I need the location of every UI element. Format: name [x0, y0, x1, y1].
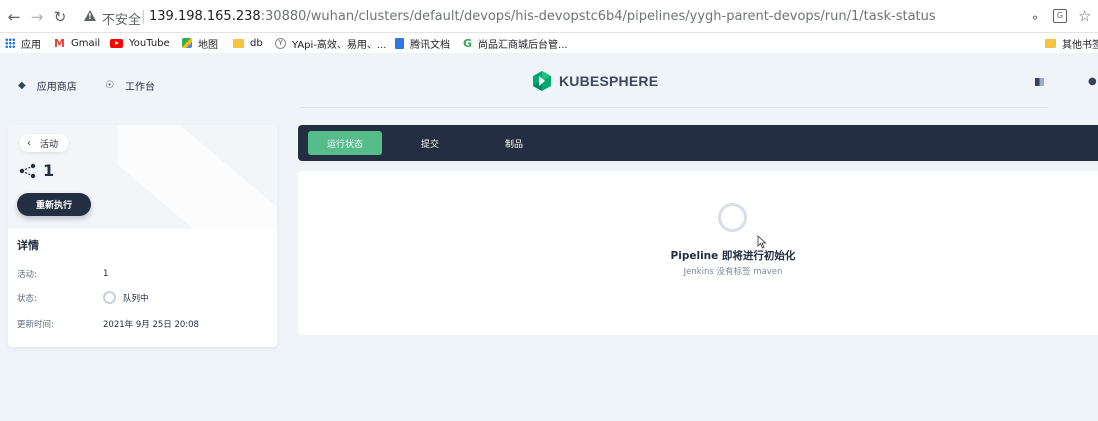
translate-icon[interactable]: G — [1053, 9, 1067, 23]
tab-artifacts[interactable]: 制品 — [496, 131, 532, 155]
tab-task-status[interactable]: 运行状态 — [308, 131, 382, 155]
url-path: :30880/wuhan/clusters/default/devops/his… — [260, 9, 936, 24]
app-store-label: 应用商店 — [36, 82, 77, 93]
bookmark-maps[interactable]: 地图 — [182, 36, 218, 51]
warning-icon — [84, 10, 96, 21]
bookmark-label: db — [250, 37, 263, 49]
bookmark-star-icon[interactable]: ☆ — [1078, 7, 1091, 25]
gmail-icon: M — [54, 36, 65, 50]
youtube-icon — [110, 38, 123, 48]
run-summary-card: ‹ 活动 1 重新执行 详情 活动: 1 状态: 队列中 更新时间: 2021年… — [8, 125, 277, 347]
workbench-link[interactable]: ☉ 工作台 — [105, 78, 155, 93]
apps-grid-icon — [5, 38, 15, 48]
notification-icon[interactable] — [1035, 78, 1044, 86]
workbench-label: 工作台 — [124, 82, 155, 93]
folder-icon — [233, 38, 244, 48]
status-title: Pipeline 即将进行初始化 — [670, 250, 796, 262]
run-title: 1 — [19, 161, 54, 180]
bookmark-others[interactable]: 其他书签 — [1045, 36, 1098, 51]
user-icon[interactable]: ● — [1088, 76, 1097, 87]
bookmark-youtube[interactable]: YouTube — [110, 36, 170, 50]
logo-text: KUBESPHERE — [559, 73, 659, 89]
detail-key: 状态: — [17, 293, 37, 304]
header-divider — [300, 107, 1048, 108]
bookmarks-bar: 应用 M Gmail YouTube 地图 db Y YApi-高效、易用、... … — [0, 33, 1098, 53]
kubesphere-logo-icon — [532, 71, 552, 91]
bookmark-label: YouTube — [129, 37, 170, 49]
rerun-button[interactable]: 重新执行 — [17, 193, 91, 216]
detail-value: 1 — [103, 269, 109, 279]
bookmark-yapi[interactable]: Y YApi-高效、易用、... — [275, 36, 387, 51]
detail-key: 更新时间: — [17, 320, 54, 330]
detail-row-status: 状态: 队列中 — [17, 291, 149, 304]
run-summary-header: ‹ 活动 1 重新执行 — [8, 125, 277, 229]
pipeline-icon — [19, 163, 36, 178]
bookmark-gmail[interactable]: M Gmail — [54, 36, 100, 50]
queued-status-icon — [103, 291, 116, 304]
detail-row-updated: 更新时间: 2021年 9月 25日 20:08 — [17, 318, 199, 330]
bookmark-label: 腾讯文档 — [410, 39, 450, 51]
bookmark-label: 应用 — [21, 39, 41, 51]
url-host: 139.198.165.238 — [149, 9, 261, 24]
background-decoration — [118, 125, 277, 229]
bookmark-db[interactable]: db — [233, 36, 263, 50]
layers-icon: ◆ — [18, 80, 26, 91]
detail-value: 队列中 — [123, 293, 149, 304]
run-tabs: 运行状态 提交 制品 — [298, 125, 1098, 161]
app-store-link[interactable]: ◆ 应用商店 — [18, 78, 77, 93]
bookmark-shangpinhui[interactable]: G 尚品汇商城后台管... — [463, 36, 568, 51]
address-separator: | — [141, 9, 146, 24]
bookmark-apps[interactable]: 应用 — [5, 36, 41, 51]
detail-key: 活动: — [17, 270, 37, 280]
bookmark-label: Gmail — [70, 37, 101, 49]
back-arrow-icon[interactable]: ← — [4, 7, 24, 27]
app-header: ◆ 应用商店 ☉ 工作台 KUBESPHERE ● — [0, 53, 1098, 108]
maps-icon — [182, 38, 192, 48]
status-subtitle: Jenkins 没有标签 maven — [683, 267, 783, 277]
google-icon: G — [463, 36, 473, 50]
back-to-activity-button[interactable]: ‹ 活动 — [19, 134, 70, 152]
bookmark-label: 尚品汇商城后台管... — [478, 39, 568, 51]
tab-commits[interactable]: 提交 — [412, 131, 448, 155]
kubesphere-logo[interactable]: KUBESPHERE — [532, 71, 658, 91]
detail-row-activity: 活动: 1 — [17, 268, 108, 280]
insecure-label: 不安全 — [102, 13, 142, 28]
reload-icon[interactable]: ↻ — [50, 7, 70, 27]
loading-spinner-icon — [718, 203, 747, 232]
yapi-icon: Y — [275, 37, 286, 49]
bookmark-label: YApi-高效、易用、... — [292, 39, 387, 51]
detail-value: 2021年 9月 25日 20:08 — [103, 320, 199, 330]
key-icon[interactable]: ⚬ — [1030, 11, 1040, 25]
mouse-cursor-icon — [757, 235, 767, 249]
details-title: 详情 — [17, 239, 39, 252]
run-number: 1 — [43, 161, 55, 180]
forward-arrow-icon[interactable]: → — [27, 7, 47, 27]
bookmark-label: 其他书签 — [1062, 39, 1098, 51]
task-status-panel: Pipeline 即将进行初始化 Jenkins 没有标签 maven — [298, 171, 1098, 335]
bookmark-tencent-docs[interactable]: 腾讯文档 — [395, 36, 450, 51]
address-bar[interactable]: 不安全 | 139.198.165.238:30880/wuhan/cluste… — [78, 5, 1098, 29]
browser-toolbar: ← → ↻ 不安全 | 139.198.165.238:30880/wuhan/… — [0, 0, 1098, 33]
doc-icon — [395, 37, 404, 49]
chevron-left-icon: ‹ — [27, 137, 31, 149]
folder-icon — [1045, 38, 1056, 48]
dashboard-icon: ☉ — [105, 80, 114, 91]
bookmark-label: 地图 — [198, 39, 218, 51]
url-text[interactable]: 139.198.165.238:30880/wuhan/clusters/def… — [149, 9, 936, 24]
back-label: 活动 — [40, 139, 59, 150]
